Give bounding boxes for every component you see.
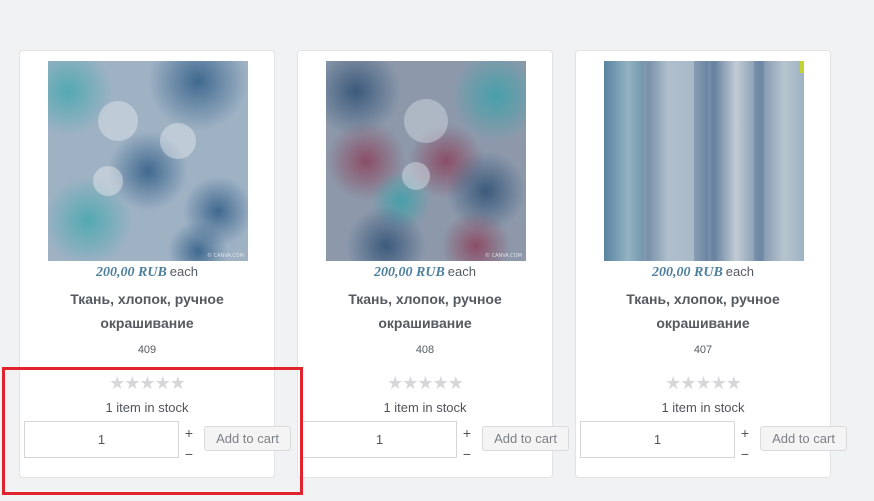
stock-status: 1 item in stock xyxy=(661,400,745,415)
image-watermark: © CANVA.COM xyxy=(484,253,522,259)
quantity-decrease-button[interactable]: − xyxy=(739,446,751,462)
quantity-increase-button[interactable]: + xyxy=(739,425,751,441)
product-sku: 407 xyxy=(693,344,713,356)
product-sku: 409 xyxy=(137,344,157,356)
price-unit: each xyxy=(725,264,754,279)
product-title[interactable]: Ткань, хлопок, ручное окрашивание xyxy=(318,287,532,335)
price: 200,00 RUB xyxy=(652,265,723,280)
product-card-408: © CANVA.COM 200,00 RUB each Ткань, хлопок… xyxy=(297,50,569,478)
stock-status: 1 item in stock xyxy=(383,400,467,415)
product-card-407: 200,00 RUB each Ткань, хлопок, ручное окр… xyxy=(575,50,847,478)
product-sku: 408 xyxy=(415,344,435,356)
price-line: 200,00 RUB each xyxy=(576,264,830,281)
quantity-decrease-button[interactable]: − xyxy=(461,446,473,462)
star-rating-icon: ★★★★★ xyxy=(387,373,464,393)
quantity-input[interactable]: 1 xyxy=(302,421,457,458)
quantity-increase-button[interactable]: + xyxy=(183,425,195,441)
product-image[interactable] xyxy=(604,61,804,261)
add-to-cart-button[interactable]: Add to cart xyxy=(204,426,291,451)
star-rating-icon: ★★★★★ xyxy=(109,373,186,393)
price: 200,00 RUB xyxy=(374,265,445,280)
stock-status: 1 item in stock xyxy=(105,400,189,415)
quantity-input[interactable]: 1 xyxy=(580,421,735,458)
price-unit: each xyxy=(447,264,476,279)
product-title[interactable]: Ткань, хлопок, ручное окрашивание xyxy=(40,287,254,335)
product-card-409: © CANVA.COM 200,00 RUB each Ткань, хлопок… xyxy=(19,50,291,478)
price-line: 200,00 RUB each xyxy=(20,264,274,281)
product-image[interactable]: © CANVA.COM xyxy=(326,61,526,261)
add-to-cart-button[interactable]: Add to cart xyxy=(760,426,847,451)
price: 200,00 RUB xyxy=(96,265,167,280)
price-line: 200,00 RUB each xyxy=(298,264,552,281)
quantity-increase-button[interactable]: + xyxy=(461,425,473,441)
add-to-cart-button[interactable]: Add to cart xyxy=(482,426,569,451)
quantity-input[interactable]: 1 xyxy=(24,421,179,458)
product-title[interactable]: Ткань, хлопок, ручное окрашивание xyxy=(596,287,810,335)
image-watermark: © CANVA.COM xyxy=(206,253,244,259)
star-rating-icon: ★★★★★ xyxy=(665,373,742,393)
quantity-decrease-button[interactable]: − xyxy=(183,446,195,462)
price-unit: each xyxy=(169,264,198,279)
product-image[interactable]: © CANVA.COM xyxy=(48,61,248,261)
